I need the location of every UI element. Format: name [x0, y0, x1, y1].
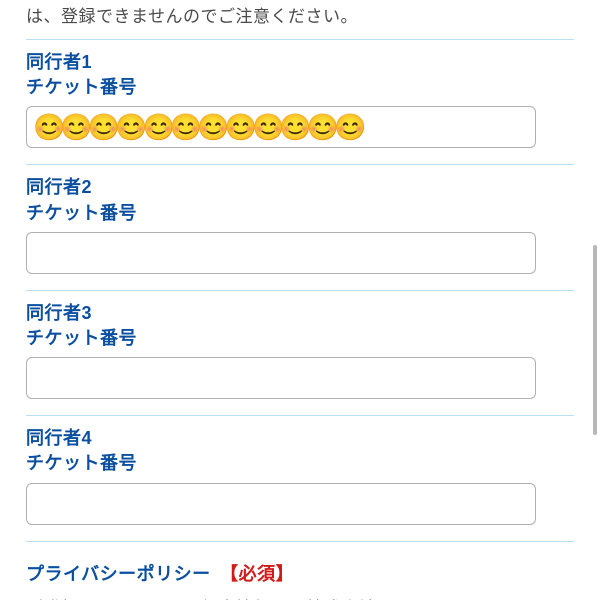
input-wrap-4	[26, 483, 574, 525]
ticket-label-4: チケット番号	[26, 451, 574, 476]
privacy-policy-heading: プライバシーポリシー 【必須】	[26, 560, 574, 586]
privacy-policy-title: プライバシーポリシー	[26, 564, 211, 584]
companion-title-3: 同行者3	[26, 301, 574, 326]
scrollbar-thumb[interactable]	[593, 245, 597, 435]
companion-section-3: 同行者3 チケット番号	[26, 290, 574, 415]
input-wrap-2	[26, 232, 574, 274]
ticket-input-3[interactable]	[26, 357, 536, 399]
companion-title-4: 同行者4	[26, 426, 574, 451]
companion-title-1: 同行者1	[26, 50, 574, 75]
required-badge: 【必須】	[220, 564, 294, 584]
ticket-input-1[interactable]	[26, 106, 536, 148]
form-page: は、登録できませんのでご注意ください。 同行者1 チケット番号 同行者2 チケッ…	[0, 0, 600, 600]
ticket-label-2: チケット番号	[26, 201, 574, 226]
companion-section-1: 同行者1 チケット番号	[26, 39, 574, 164]
ticket-label-3: チケット番号	[26, 326, 574, 351]
ticket-label-1: チケット番号	[26, 75, 574, 100]
companion-section-4: 同行者4 チケット番号	[26, 415, 574, 540]
privacy-policy-body: ご登録いただきました個人情報は、株式会社オリエンタル	[26, 596, 574, 600]
ticket-input-2[interactable]	[26, 232, 536, 274]
ticket-input-4[interactable]	[26, 483, 536, 525]
companion-title-2: 同行者2	[26, 175, 574, 200]
companion-section-2: 同行者2 チケット番号	[26, 164, 574, 289]
input-wrap-1	[26, 106, 574, 148]
privacy-policy-section: プライバシーポリシー 【必須】 ご登録いただきました個人情報は、株式会社オリエン…	[26, 541, 574, 600]
notice-text: は、登録できませんのでご注意ください。	[26, 0, 574, 39]
input-wrap-3	[26, 357, 574, 399]
